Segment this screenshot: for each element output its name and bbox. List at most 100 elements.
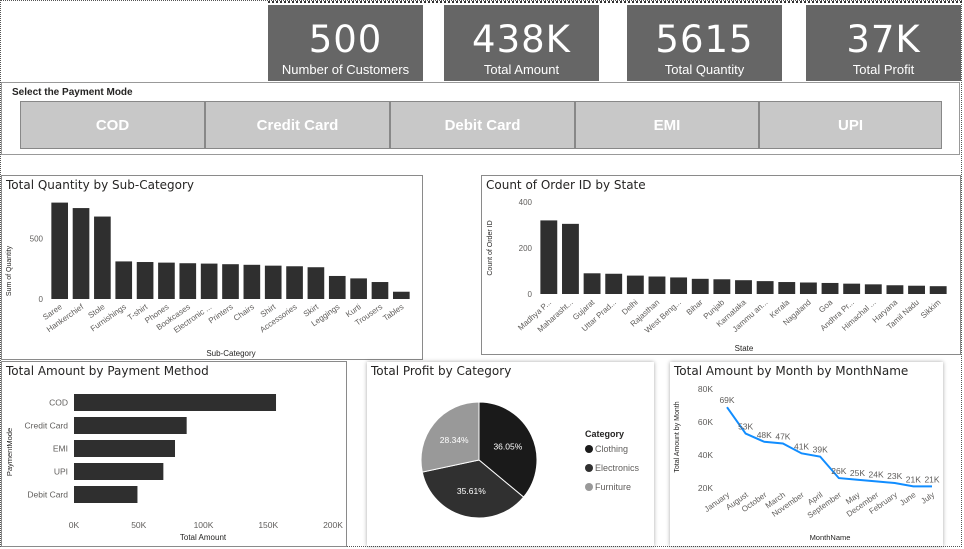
state-chart-visual[interactable]: Count of Order ID by State 0 200 400 Madhya…: [481, 175, 961, 355]
data-label: 39K: [813, 445, 828, 455]
bar: [626, 275, 644, 294]
bar: [735, 280, 752, 294]
slicer-title: Select the Payment Mode: [12, 87, 133, 98]
slicer-option-cod[interactable]: COD: [20, 101, 205, 149]
data-label: 69K: [719, 395, 734, 405]
x-tick-label: 150K: [258, 520, 278, 530]
y-tick-label: 500: [30, 234, 44, 243]
bar: [371, 282, 389, 299]
x-axis-title: Sub-Category: [206, 349, 255, 358]
y-axis-title: Count of Order ID: [487, 220, 494, 275]
y-tick-label: EMI: [53, 444, 68, 454]
kpi-card-customers[interactable]: 500 Number of Customers: [268, 5, 423, 81]
x-tick-label: July: [919, 490, 936, 506]
bar: [94, 216, 111, 299]
bar: [328, 275, 346, 299]
bar: [179, 263, 197, 299]
x-tick-label: June: [898, 490, 918, 508]
bar: [886, 285, 904, 294]
x-tick-label: Tables: [381, 302, 405, 323]
bar: [115, 261, 133, 299]
category-pie-chart: 36.05% 35.61% 28.34% Category Clothing Electr…: [420, 401, 640, 519]
legend-marker: [585, 483, 593, 491]
bar: [583, 273, 601, 294]
x-axis-title: Total Amount: [180, 533, 227, 542]
y-tick-label: Credit Card: [25, 421, 69, 431]
bar: [691, 278, 709, 294]
data-label: 23K: [887, 471, 902, 481]
legend-entry: Electronics: [595, 463, 640, 473]
kpi-card-total-amount[interactable]: 438K Total Amount: [444, 5, 599, 81]
kpi-card-total-profit[interactable]: 37K Total Profit: [806, 5, 961, 81]
bar: [286, 266, 303, 299]
slice-label: 28.34%: [440, 435, 469, 445]
legend-title: Category: [585, 429, 624, 439]
bar: [392, 291, 410, 299]
y-tick-label: COD: [49, 398, 68, 408]
payment-mode-slicer: Select the Payment Mode COD Credit Card …: [1, 82, 960, 155]
y-tick-label: 40K: [698, 450, 713, 460]
bar: [929, 286, 947, 294]
bar: [74, 417, 187, 434]
bar: [136, 262, 154, 299]
payment-bar-chart: COD Credit Card EMI UPI Debit Card 0K 50K 100K 1…: [5, 394, 343, 542]
x-tick-label: Printers: [207, 302, 235, 325]
y-tick-label: 80K: [698, 384, 713, 394]
data-label: 21K: [924, 474, 939, 484]
bar: [821, 282, 839, 294]
kpi-card-total-quantity[interactable]: 5615 Total Quantity: [627, 5, 782, 81]
x-tick-label: Chairs: [232, 302, 256, 323]
y-tick-label: 20K: [698, 483, 713, 493]
x-tick-label: 50K: [131, 520, 146, 530]
payment-chart-visual[interactable]: Total Amount by Payment Method COD Credit…: [1, 361, 347, 547]
x-tick-label: Sikkim: [919, 298, 943, 321]
bar: [908, 285, 925, 294]
bar: [605, 273, 623, 294]
bar: [670, 277, 688, 294]
x-axis-title: State: [735, 344, 754, 353]
report-canvas-top-border: [268, 1, 962, 3]
y-axis-title: Sum of Quantity: [6, 245, 13, 296]
bar: [307, 267, 325, 299]
subcategory-bar-chart: 0500SareeHankerchief StoleFurnishingsT-sh…: [6, 202, 410, 358]
bar: [74, 486, 138, 503]
subcategory-chart-visual[interactable]: Total Quantity by Sub-Category 0 500 Saree…: [1, 175, 423, 360]
data-label: 41K: [794, 441, 809, 451]
kpi-value: 37K: [846, 18, 921, 61]
y-tick-label: 60K: [698, 417, 713, 427]
bar: [350, 278, 367, 299]
month-chart-visual[interactable]: Total Amount by Month by MonthName 20K 40…: [670, 362, 943, 546]
legend-entry: Clothing: [595, 444, 628, 454]
slicer-option-emi[interactable]: EMI: [575, 101, 759, 149]
bar: [243, 264, 261, 299]
x-tick-label: Goa: [817, 297, 835, 314]
slice-label: 35.61%: [457, 486, 486, 496]
data-label: 24K: [869, 469, 884, 479]
slicer-option-credit-card[interactable]: Credit Card: [205, 101, 390, 149]
x-tick-label: 100K: [194, 520, 214, 530]
category-chart-visual[interactable]: Total Profit by Category 36.05% 35.61% 28.…: [367, 362, 654, 546]
y-tick-label: 400: [519, 198, 533, 207]
bar: [72, 208, 90, 299]
data-label: 25K: [850, 468, 865, 478]
legend-marker: [585, 445, 593, 453]
bar: [264, 265, 282, 299]
bar: [222, 264, 239, 299]
data-label: 47K: [775, 431, 790, 441]
bar: [158, 262, 175, 299]
slicer-option-debit-card[interactable]: Debit Card: [390, 101, 575, 149]
bar: [540, 220, 558, 294]
kpi-label: Total Quantity: [664, 62, 745, 77]
bar: [799, 282, 817, 294]
legend-marker: [585, 464, 593, 472]
x-tick-label: 200K: [323, 520, 343, 530]
x-axis-title: MonthName: [810, 533, 851, 542]
data-label: 21K: [906, 474, 921, 484]
bar: [562, 223, 579, 294]
kpi-value: 5615: [655, 18, 754, 61]
slice-label: 36.05%: [493, 441, 522, 451]
bar: [200, 263, 218, 299]
slicer-option-upi[interactable]: UPI: [759, 101, 942, 149]
month-line-chart: 20K40K60K80K69KJanuary53KAugust48KOctobe…: [674, 384, 940, 542]
bar: [74, 463, 164, 480]
